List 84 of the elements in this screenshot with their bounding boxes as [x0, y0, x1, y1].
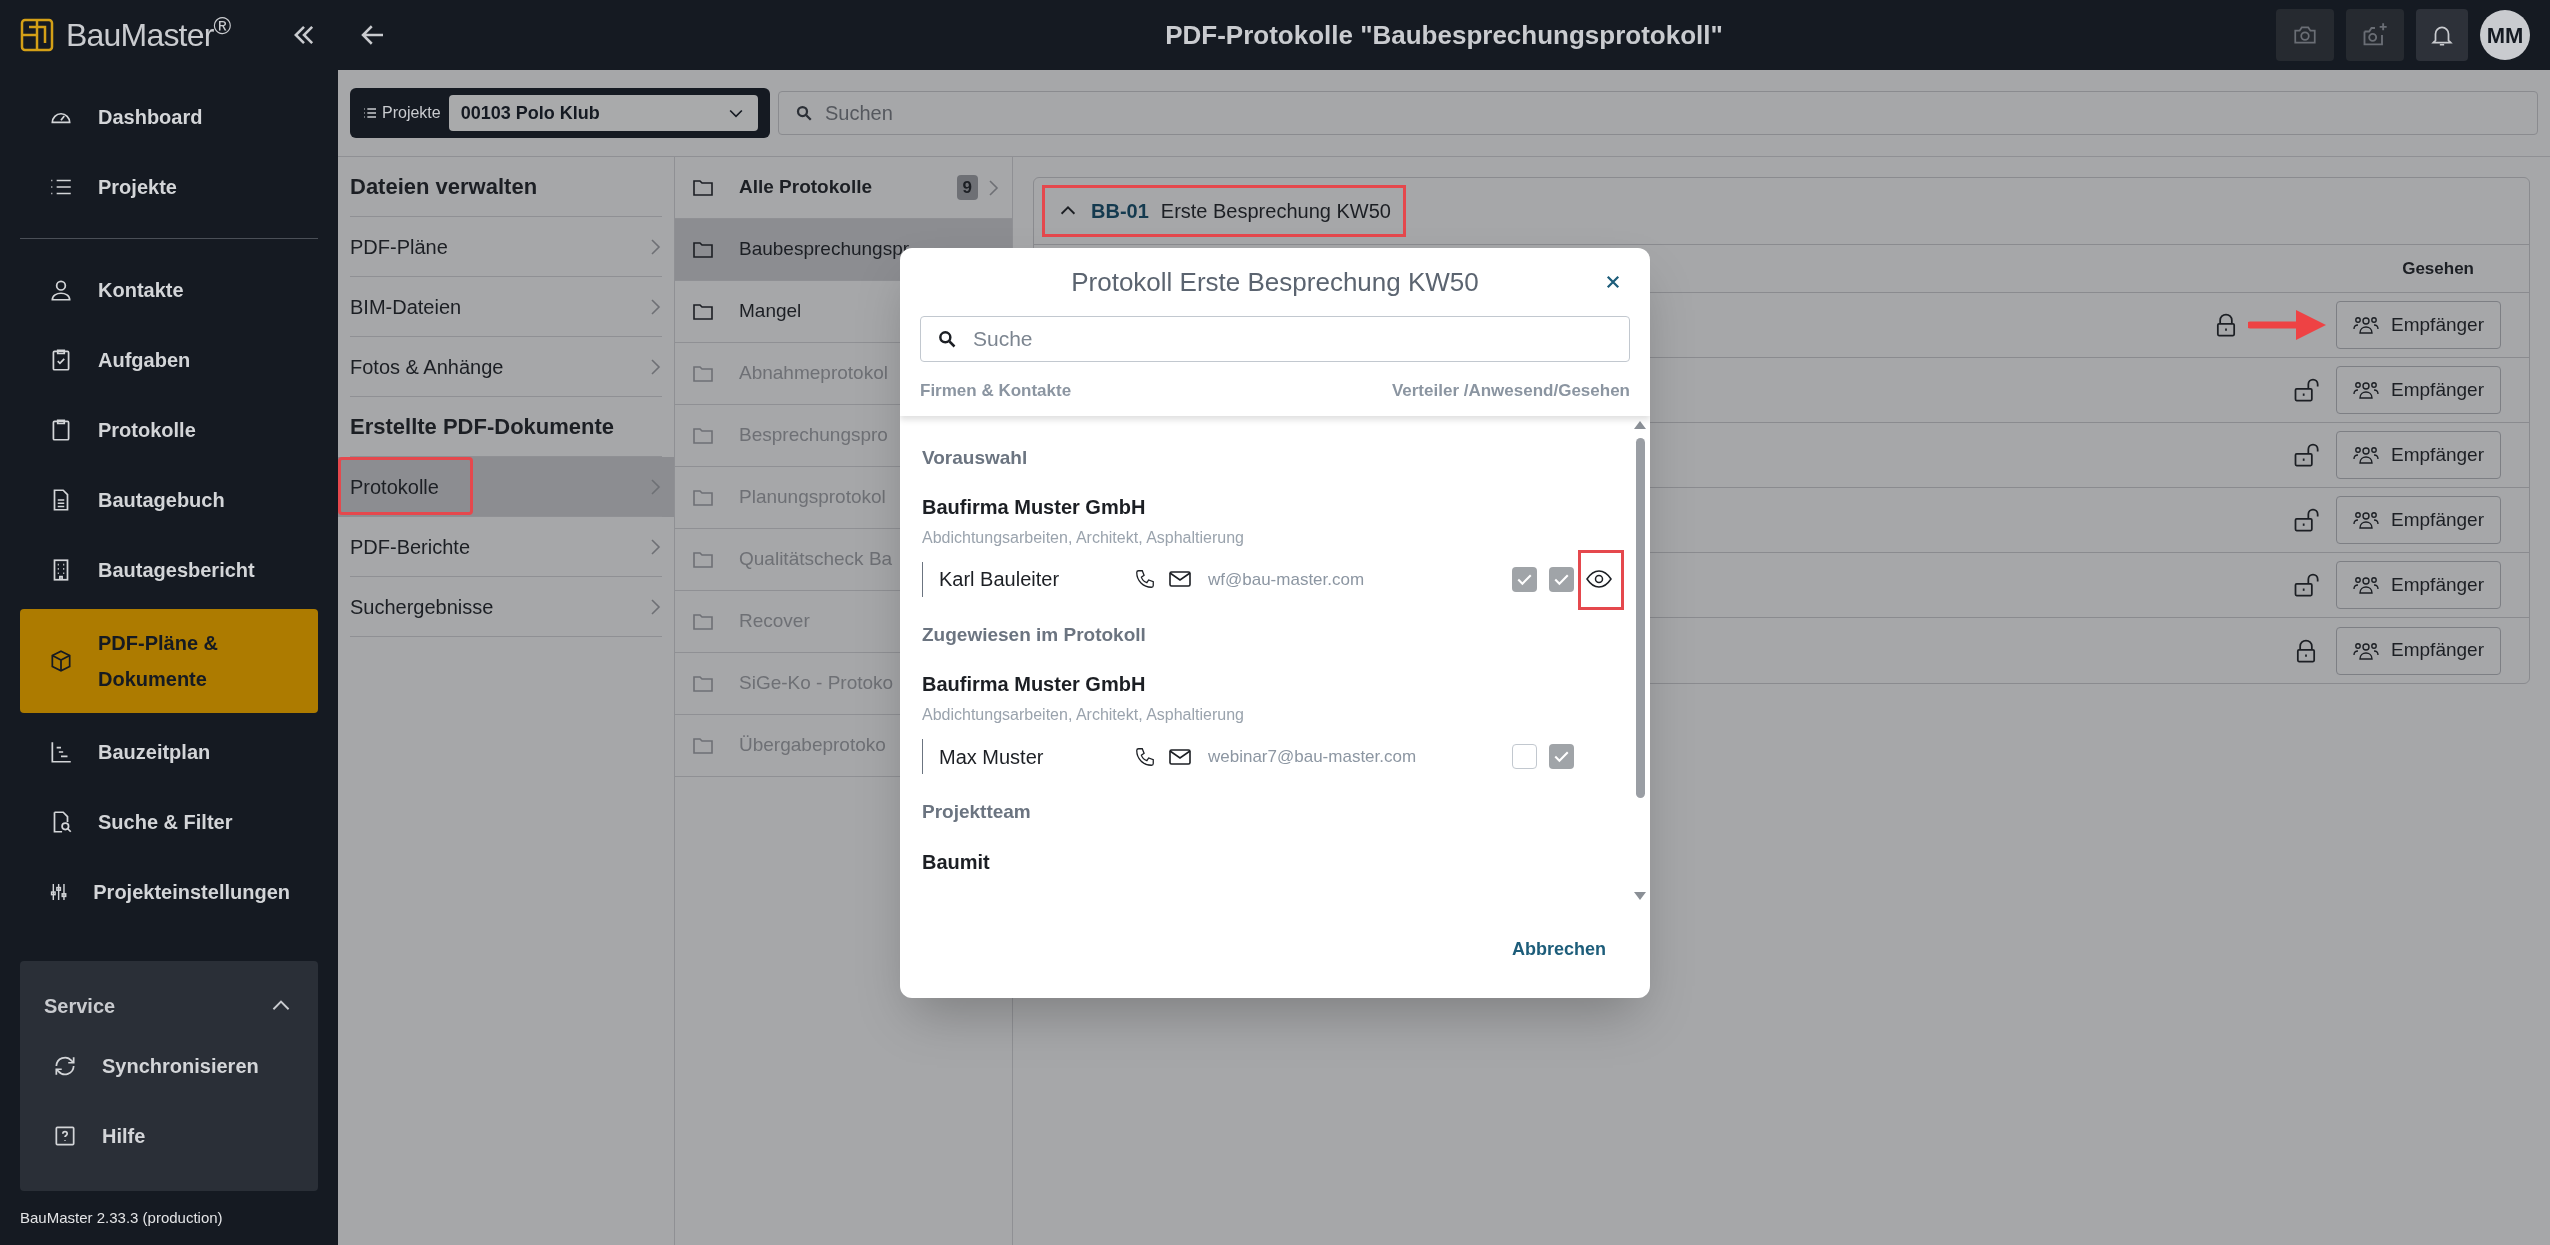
chevron-icon [648, 596, 662, 617]
app-logo: BauMaster$^{®}$ [66, 11, 231, 55]
project-dropdown[interactable]: 00103 Polo Klub [448, 95, 758, 131]
nav-item[interactable]: PDF-Pläne & Dokumente [20, 609, 318, 713]
scroll-up-icon[interactable] [1633, 419, 1647, 430]
chart-icon [48, 739, 74, 765]
nav-item[interactable]: Suche & Filter [20, 787, 318, 857]
recipients-button[interactable]: Empfänger [2336, 366, 2501, 414]
menu-item[interactable]: Fotos & Anhänge [338, 337, 674, 397]
people-icon [2353, 379, 2380, 401]
people-icon [2353, 509, 2380, 531]
nav-item[interactable]: Bautagebuch [20, 465, 318, 535]
nav-item[interactable]: Projekteinstellungen [20, 857, 318, 927]
search-box[interactable]: Suche [920, 316, 1630, 362]
version-label: BauMaster 2.33.3 (production) [20, 1207, 224, 1228]
column-header: Gesehen [2402, 257, 2474, 280]
project-label: Projekte [382, 103, 441, 123]
nav-item[interactable]: Bautagesbericht [20, 535, 318, 605]
people-icon [2353, 444, 2380, 466]
chevron-icon [648, 236, 662, 257]
checkbox[interactable] [1512, 566, 1537, 592]
checkbox[interactable] [1549, 566, 1574, 592]
close-icon[interactable] [1604, 273, 1622, 291]
nav-item[interactable]: Projekte [20, 152, 318, 222]
unlock-icon[interactable] [2292, 571, 2321, 599]
nav-item[interactable]: Synchronisieren [44, 1030, 294, 1101]
search-field[interactable]: Suchen [825, 98, 2521, 128]
menu-item[interactable]: Protokolle [338, 457, 674, 517]
chevron-icon [648, 356, 662, 377]
nav-item[interactable]: Kontakte [20, 255, 318, 325]
checkbox[interactable] [1512, 744, 1537, 770]
cancel-button[interactable]: Abbrechen [1511, 935, 1606, 963]
contact-email: webinar7@bau-master.com [1208, 745, 1417, 768]
cube-icon [48, 648, 74, 674]
project-selector[interactable]: Projekte 00103 Polo Klub [350, 88, 770, 138]
unlock-icon[interactable] [2292, 441, 2321, 469]
section-title: Service [44, 993, 116, 1019]
menu-item[interactable]: Suchergebnisse [338, 577, 674, 637]
checkbox[interactable] [1549, 744, 1574, 770]
add-photo-button[interactable] [2346, 9, 2404, 61]
protocol-header[interactable]: BB-01 Erste Besprechung KW50 [1042, 185, 1406, 237]
recipients-button[interactable]: Empfänger [2336, 626, 2501, 675]
nav-item[interactable]: Dashboard [20, 82, 318, 152]
unlock-icon[interactable] [2292, 506, 2321, 534]
recipients-button[interactable]: Empfänger [2336, 431, 2501, 479]
recipients-button[interactable]: Empfänger [2336, 496, 2501, 544]
search-icon [937, 329, 957, 349]
chevron-icon [648, 296, 662, 317]
nav-item[interactable]: Protokolle [20, 395, 318, 465]
user-avatar[interactable]: MM [2480, 10, 2530, 60]
camera-button[interactable] [2276, 9, 2334, 61]
recipients-button[interactable]: Empfänger [2336, 301, 2501, 349]
list-icon [362, 105, 378, 121]
project-name: 00103 Polo Klub [460, 101, 600, 125]
logo-icon [20, 18, 54, 52]
notifications-button[interactable] [2416, 9, 2468, 61]
chevron-icon [648, 476, 662, 497]
section-title: Projektteam [922, 800, 1032, 824]
nav-item[interactable]: Aufgaben [20, 325, 318, 395]
eye-icon[interactable] [1586, 569, 1612, 590]
nav-item[interactable]: Hilfe [44, 1100, 294, 1171]
chevron-icon [986, 177, 1000, 198]
search-box[interactable]: Suchen [778, 91, 2538, 135]
nav-item[interactable]: Bauzeitplan [20, 717, 318, 787]
menu-item[interactable]: PDF-Pläne [338, 217, 674, 277]
chevron-icon [648, 536, 662, 557]
column-header: Verteiler /Anwesend/Gesehen [1391, 380, 1630, 402]
contact-email: wf@bau-master.com [1208, 568, 1365, 591]
people-icon [2353, 314, 2380, 336]
phone-icon[interactable] [1134, 745, 1156, 768]
search-icon [795, 104, 813, 122]
recipients-button[interactable]: Empfänger [2336, 561, 2501, 609]
count-badge: 9 [956, 174, 978, 201]
dialog-title: Protokoll Erste Besprechung KW50 [1071, 265, 1479, 299]
menu-item[interactable]: BIM-Dateien [338, 277, 674, 337]
menu-item[interactable]: PDF-Berichte [338, 517, 674, 577]
company-name: Baumit [922, 849, 991, 875]
section-heading: Dateien verwalten [350, 173, 538, 201]
phone-icon[interactable] [1134, 568, 1156, 591]
page-title: PDF-Protokolle "Baubesprechungsprotokoll" [1165, 18, 1723, 52]
scroll-down-icon[interactable] [1633, 890, 1647, 901]
unlock-icon[interactable] [2292, 376, 2321, 404]
section-heading: Erstellte PDF-Dokumente [350, 413, 615, 441]
people-icon [2353, 574, 2380, 596]
